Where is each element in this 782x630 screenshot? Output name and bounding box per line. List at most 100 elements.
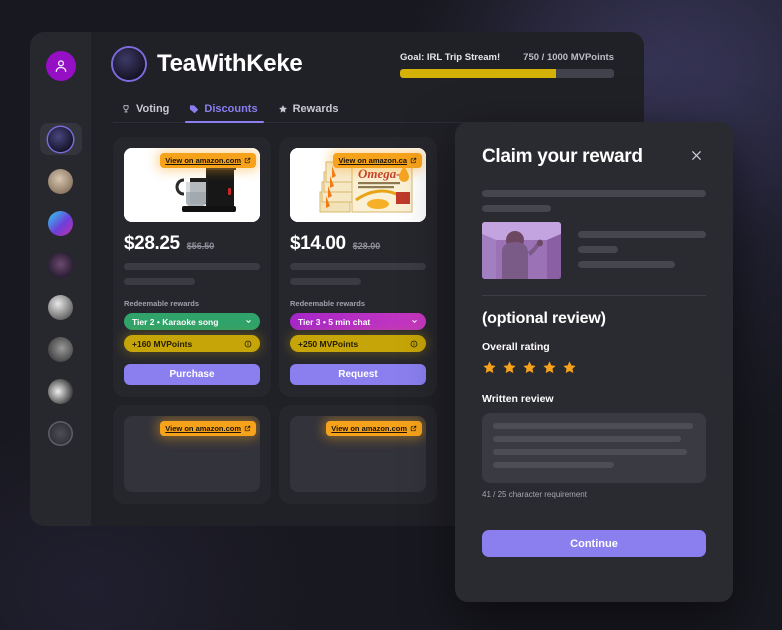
trophy-icon: [121, 104, 131, 114]
external-link-icon: [244, 157, 251, 164]
view-on-amazon-button[interactable]: View on amazon.com: [326, 421, 422, 436]
channel-header: TeaWithKeke Goal: IRL Trip Stream! 750 /…: [113, 48, 644, 80]
title-placeholder: [124, 263, 260, 270]
price-row: $14.00 $28.00: [290, 233, 426, 255]
reward-detail-row: [482, 222, 706, 279]
sidebar-item-channel-8[interactable]: [40, 417, 82, 449]
view-on-amazon-button[interactable]: View on amazon.com: [160, 421, 256, 436]
sidebar-channel-list: [39, 123, 82, 449]
tab-label: Rewards: [292, 103, 339, 115]
tab-discounts[interactable]: Discounts: [181, 99, 267, 123]
amazon-badge-label: View on amazon.com: [165, 424, 241, 433]
star-icon[interactable]: [562, 360, 577, 380]
product-thumbnail: View on amazon.com: [124, 148, 260, 222]
tier-select[interactable]: Tier 2 • Karaoke song: [124, 313, 260, 330]
product-original-price: $28.00: [352, 241, 381, 251]
channel-avatar: [48, 378, 73, 404]
view-on-amazon-button[interactable]: View on amazon.com: [160, 153, 256, 168]
goal-progress: Goal: IRL Trip Stream! 750 / 1000 MVPoin…: [400, 50, 614, 78]
star-icon[interactable]: [542, 360, 557, 380]
written-review-input[interactable]: [482, 413, 706, 483]
page-title: TeaWithKeke: [157, 50, 303, 77]
sidebar-item-channel-6[interactable]: [40, 333, 82, 365]
sidebar-item-channel-3[interactable]: [40, 207, 82, 239]
subtitle-placeholder: [290, 278, 361, 285]
review-text-line: [493, 436, 681, 442]
info-icon[interactable]: [410, 340, 418, 348]
tab-voting[interactable]: Voting: [113, 99, 179, 122]
tier-label: Tier 2 • Karaoke song: [132, 316, 219, 327]
points-pill[interactable]: +250 MVPoints: [290, 335, 426, 352]
close-icon[interactable]: [687, 146, 706, 168]
tier-select[interactable]: Tier 3 • 5 min chat: [290, 313, 426, 330]
review-text-line: [493, 462, 615, 468]
star-icon[interactable]: [482, 360, 497, 380]
product-price: $14.00: [290, 233, 346, 254]
reward-subtitle-placeholder: [482, 205, 552, 212]
sidebar-item-channel-2[interactable]: [40, 165, 82, 197]
amazon-badge-label: View on amazon.ca: [338, 156, 407, 165]
sidebar-item-channel-4[interactable]: [40, 249, 82, 281]
channel-avatar: [48, 252, 73, 278]
product-thumbnail-placeholder: View on amazon.com: [124, 416, 260, 492]
star-icon[interactable]: [502, 360, 517, 380]
reward-title-placeholder: [482, 190, 706, 197]
sidebar-item-channel-1[interactable]: [39, 123, 82, 155]
product-original-price: $56.50: [186, 241, 215, 251]
reward-photo: [482, 222, 561, 279]
external-link-icon: [244, 425, 251, 432]
overall-rating-label: Overall rating: [482, 341, 550, 353]
amazon-badge-label: View on amazon.com: [331, 424, 407, 433]
product-card-loading: View on amazon.com: [279, 405, 437, 504]
sidebar-item-channel-5[interactable]: [40, 291, 82, 323]
optional-review-heading: (optional review): [482, 310, 606, 327]
star-icon: [278, 104, 288, 114]
profile-avatar-button[interactable]: [45, 51, 76, 81]
claim-reward-modal: Claim your reward (optional review) Over…: [455, 122, 733, 602]
product-card-loading: View on amazon.com: [113, 405, 271, 504]
review-text-line: [493, 423, 693, 429]
view-on-amazon-button[interactable]: View on amazon.ca: [333, 153, 422, 168]
modal-divider: [482, 295, 706, 296]
character-count: 41 / 25 character requirement: [482, 490, 587, 499]
rating-stars[interactable]: [482, 360, 706, 380]
product-thumbnail: Omega-3 View on amazon.ca: [290, 148, 426, 222]
external-link-icon: [410, 157, 417, 164]
points-label: +250 MVPoints: [298, 338, 359, 349]
reward-text-placeholders: [578, 222, 706, 279]
tier-label: Tier 3 • 5 min chat: [298, 316, 371, 327]
goal-progress-fill: [400, 69, 557, 78]
goal-title: Goal: IRL Trip Stream!: [400, 52, 501, 63]
tab-rewards[interactable]: Rewards: [270, 99, 349, 122]
written-review-label: Written review: [482, 393, 554, 405]
tag-icon: [189, 104, 199, 114]
points-pill[interactable]: +160 MVPoints: [124, 335, 260, 352]
subtitle-placeholder: [124, 278, 195, 285]
modal-title: Claim your reward: [482, 146, 643, 167]
price-row: $28.25 $56.50: [124, 233, 260, 255]
request-button[interactable]: Request: [290, 364, 426, 385]
chevron-down-icon: [411, 318, 418, 325]
product-card: View on amazon.com $28.25 $56.50 Redeema…: [113, 137, 271, 397]
product-price: $28.25: [124, 233, 180, 254]
chevron-down-icon: [245, 318, 252, 325]
amazon-badge-label: View on amazon.com: [165, 156, 241, 165]
sidebar: [30, 32, 91, 526]
redeemable-rewards-label: Redeemable rewards: [290, 299, 366, 308]
info-icon[interactable]: [244, 340, 252, 348]
channel-avatar: [48, 336, 73, 362]
product-card: Omega-3 View on amazon.ca $14.00 $28.00 …: [279, 137, 437, 397]
reward-line-placeholder: [578, 261, 676, 268]
tab-label: Voting: [136, 103, 170, 115]
user-avatar-icon: [53, 58, 69, 74]
star-icon[interactable]: [522, 360, 537, 380]
purchase-button[interactable]: Purchase: [124, 364, 260, 385]
channel-avatar-large: [113, 48, 145, 80]
continue-button[interactable]: Continue: [482, 530, 706, 557]
sidebar-item-channel-7[interactable]: [40, 375, 82, 407]
product-thumbnail-placeholder: View on amazon.com: [290, 416, 426, 492]
tab-label: Discounts: [204, 103, 258, 115]
review-text-line: [493, 449, 687, 455]
modal-header: Claim your reward: [482, 146, 706, 168]
goal-row: Goal: IRL Trip Stream! 750 / 1000 MVPoin…: [400, 52, 614, 63]
